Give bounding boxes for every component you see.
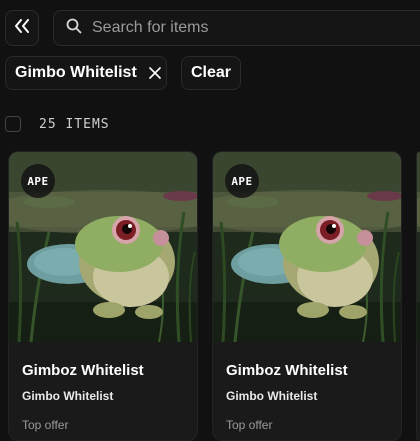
- item-offer-label: Top offer: [22, 418, 69, 432]
- ape-badge: APE: [225, 164, 259, 198]
- results-header: 25 ITEMS: [5, 114, 110, 134]
- ape-badge: APE: [21, 164, 55, 198]
- toolbar: [5, 10, 420, 48]
- items-count: 25 ITEMS: [39, 116, 110, 132]
- search-input[interactable]: [90, 18, 394, 38]
- clear-label: Clear: [190, 64, 232, 81]
- search-bar[interactable]: [53, 10, 420, 46]
- item-title: Gimboz Whitelist: [22, 362, 144, 379]
- filter-chip-gimbo-whitelist[interactable]: Gimbo Whitelist: [5, 56, 167, 90]
- item-card[interactable]: APE Gimboz Whitelist Gimbo Whitelist Top…: [212, 151, 402, 441]
- item-card-partial[interactable]: [416, 151, 420, 441]
- double-chevron-left-icon: [14, 18, 30, 38]
- item-offer-label: Top offer: [226, 418, 273, 432]
- filter-chip-label: Gimbo Whitelist: [15, 64, 137, 81]
- collapse-sidebar-button[interactable]: [5, 10, 39, 46]
- search-icon: [66, 18, 82, 39]
- select-all-checkbox[interactable]: [5, 116, 21, 132]
- item-collection: Gimbo Whitelist: [226, 389, 318, 403]
- clear-filters-button[interactable]: Clear: [181, 56, 241, 90]
- item-collection: Gimbo Whitelist: [22, 389, 114, 403]
- close-icon[interactable]: [148, 67, 161, 79]
- item-title: Gimboz Whitelist: [226, 362, 348, 379]
- item-card[interactable]: APE Gimboz Whitelist Gimbo Whitelist Top…: [8, 151, 198, 441]
